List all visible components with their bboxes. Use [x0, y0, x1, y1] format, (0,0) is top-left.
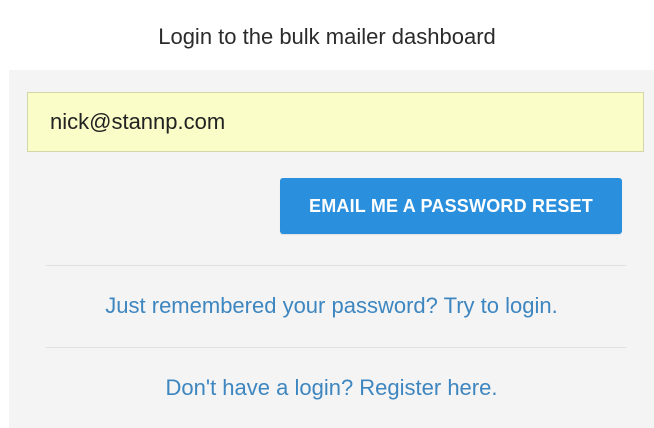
- login-link[interactable]: Just remembered your password? Try to lo…: [9, 291, 654, 321]
- reset-form-panel: EMAIL ME A PASSWORD RESET Just remembere…: [9, 70, 654, 428]
- password-reset-page: Login to the bulk mailer dashboard EMAIL…: [0, 0, 654, 428]
- email-field[interactable]: [27, 92, 644, 152]
- email-password-reset-button[interactable]: EMAIL ME A PASSWORD RESET: [280, 178, 622, 234]
- page-title: Login to the bulk mailer dashboard: [158, 24, 496, 49]
- divider: [46, 347, 626, 348]
- register-link[interactable]: Don't have a login? Register here.: [9, 373, 654, 403]
- divider: [46, 265, 626, 266]
